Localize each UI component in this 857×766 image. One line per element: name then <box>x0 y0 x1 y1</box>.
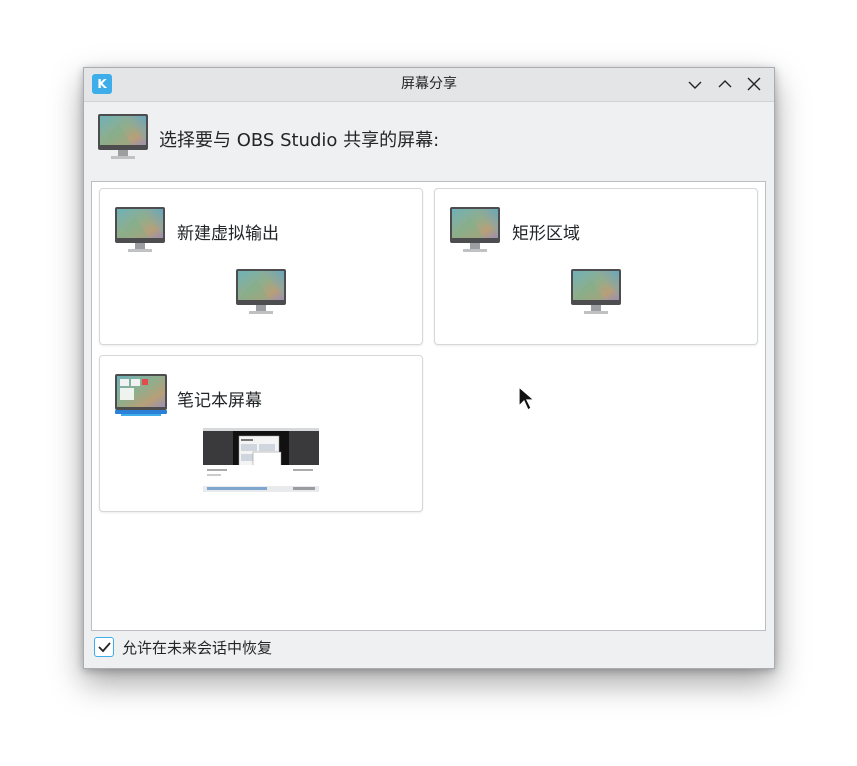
prompt-text: 选择要与 OBS Studio 共享的屏幕: <box>159 130 440 151</box>
screen-card-rectangle-region[interactable]: 矩形区域 <box>434 188 758 345</box>
minimize-button[interactable] <box>684 73 706 95</box>
mouse-cursor-icon <box>518 386 536 411</box>
close-button[interactable] <box>743 73 765 95</box>
screen-thumbnail <box>203 428 319 494</box>
monitor-icon <box>450 207 500 252</box>
monitor-icon <box>98 114 148 159</box>
monitor-icon <box>115 207 165 252</box>
restore-session-label[interactable]: 允许在未来会话中恢复 <box>122 637 272 658</box>
restore-session-checkbox[interactable] <box>94 637 114 657</box>
monitor-icon <box>571 269 621 314</box>
screen-card-laptop-screen[interactable]: 笔记本屏幕 <box>99 355 423 512</box>
minimize-icon <box>688 81 702 89</box>
checkmark-icon <box>98 642 111 653</box>
screen-card-label: 矩形区域 <box>512 224 580 244</box>
screen-list: 新建虚拟输出 矩形区域 笔记本屏幕 <box>91 181 766 631</box>
maximize-button[interactable] <box>714 73 736 95</box>
titlebar[interactable]: K 屏幕分享 <box>84 68 774 102</box>
screen-share-dialog: K 屏幕分享 选择要与 OBS Studio 共享的屏幕: 新建虚拟输出 矩形区… <box>83 67 775 669</box>
laptop-screen-icon <box>115 374 167 416</box>
screen-card-label: 笔记本屏幕 <box>177 391 262 411</box>
close-icon <box>747 77 761 91</box>
maximize-icon <box>718 80 732 88</box>
monitor-icon <box>236 269 286 314</box>
window-title: 屏幕分享 <box>401 76 457 92</box>
screen-card-virtual-output[interactable]: 新建虚拟输出 <box>99 188 423 345</box>
screen-card-label: 新建虚拟输出 <box>177 224 279 244</box>
